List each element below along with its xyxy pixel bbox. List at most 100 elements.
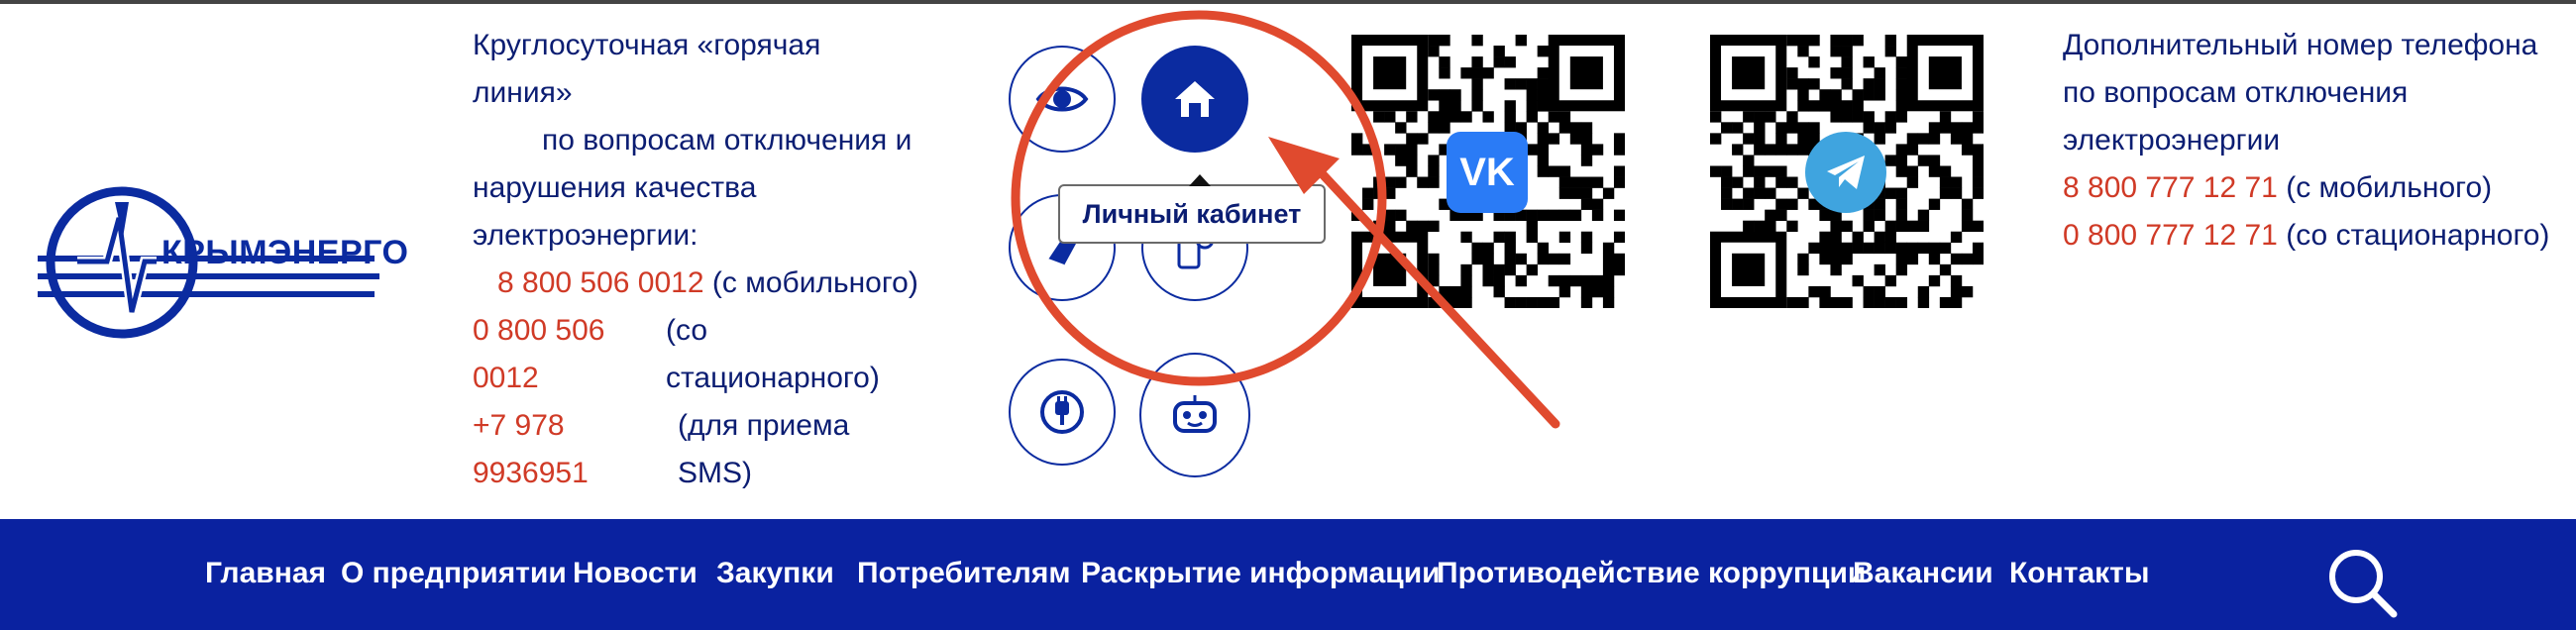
extra-phone-mobile[interactable]: 8 800 777 12 71 [2063,171,2278,204]
chatbot-button[interactable] [1139,353,1250,477]
qr-module [1928,242,1941,255]
telegram-qr-code[interactable] [1710,35,1985,309]
qr-module [1841,35,1853,47]
qr-module [1754,111,1766,123]
nav-item-about[interactable]: О предприятии [341,557,567,590]
qr-module [1580,285,1593,298]
qr-module [1972,165,1985,177]
hotline-phone-sms[interactable]: +7 978 [473,402,565,450]
nav-item-news[interactable]: Новости [573,557,698,590]
qr-module [1471,35,1483,47]
telegram-icon [1827,156,1865,189]
qr-module [1852,100,1864,112]
qr-module [1613,133,1626,145]
qr-module [1710,133,1722,145]
qr-module [1797,78,1809,90]
personal-account-button[interactable] [1141,46,1248,153]
hotline-phone-sms-cont[interactable]: 9936951 [473,450,589,497]
qr-module [1841,220,1853,233]
qr-module [1775,165,1787,177]
qr-module [1852,111,1864,123]
qr-module [1874,67,1885,79]
top-border [0,0,2576,4]
qr-module [1830,100,1842,112]
extra-phone-landline[interactable]: 0 800 777 12 71 [2063,219,2278,252]
qr-module [1743,155,1755,166]
qr-module [1939,296,1952,309]
qr-module [1460,111,1472,123]
qr-module [1537,209,1550,221]
extra-phone-mobile-note: (с мобильного) [2286,171,2493,204]
qr-module [1786,220,1798,233]
qr-module [1972,187,1985,199]
qr-module [1765,209,1776,221]
qr-module [1428,122,1440,134]
hotline-phone-landline[interactable]: 0 800 506 [473,307,604,355]
qr-module [1863,242,1875,255]
qr-module [1841,253,1853,265]
qr-module [1558,111,1571,123]
qr-module [1504,78,1516,90]
qr-module [1471,78,1483,90]
search-icon[interactable] [2322,543,2402,622]
nav-item-anticorruption[interactable]: Противодействие коррупции [1437,557,1866,590]
vk-badge: VK [1447,132,1528,213]
qr-module [1493,231,1505,244]
accessibility-button[interactable] [1009,46,1116,153]
qr-module [1972,111,1985,123]
qr-module [1775,209,1787,221]
qr-module [1786,67,1798,79]
qr-module [1558,209,1571,221]
vk-qr-code[interactable]: VK [1351,35,1626,309]
qr-module [1439,111,1450,123]
qr-module [1950,122,1963,134]
qr-module [1863,111,1875,123]
qr-module [1602,187,1615,199]
qr-module [1972,253,1985,265]
qr-module [1373,187,1385,199]
qr-module [1384,144,1396,156]
qr-module [1841,242,1853,255]
qr-module [1917,296,1930,309]
nav-item-vacancies[interactable]: Вакансии [1853,557,1993,590]
qr-module [1537,253,1550,265]
qr-module [1830,35,1842,47]
qr-module [1406,220,1418,233]
ev-charging-button[interactable] [1009,359,1116,466]
qr-module [1591,144,1604,156]
qr-module [1569,187,1582,199]
qr-module [1613,231,1626,244]
qr-finder-pattern [1373,253,1407,286]
qr-module [1602,263,1615,276]
qr-module [1417,133,1429,145]
hotline-line1: Круглосуточная «горячая [473,29,821,61]
qr-module [1558,253,1571,265]
nav-item-purchases[interactable]: Закупки [716,557,834,590]
qr-module [1558,231,1571,244]
vk-icon: VK [1459,150,1515,194]
qr-module [1482,242,1494,255]
qr-module [1482,274,1494,287]
qr-module [1939,187,1952,199]
qr-module [1808,242,1820,255]
nav-item-contacts[interactable]: Контакты [2009,557,2149,590]
qr-module [1895,155,1908,166]
nav-item-home[interactable]: Главная [205,557,326,590]
nav-item-consumers[interactable]: Потребителям [857,557,1071,590]
qr-module [1863,78,1875,90]
extra-phone-info: Дополнительный номер телефона по вопроса… [2063,22,2576,260]
qr-module [1884,231,1896,244]
qr-module [1384,220,1396,233]
company-logo[interactable]: КРЫМЭНЕРГО [38,178,408,347]
hotline-phone-mobile[interactable]: 8 800 506 0012 [497,266,704,299]
qr-module [1950,133,1963,145]
qr-module [1439,285,1450,298]
qr-module [1830,253,1842,265]
qr-module [1362,198,1374,210]
nav-item-disclosure[interactable]: Раскрытие информации [1081,557,1441,590]
qr-module [1917,220,1930,233]
qr-module [1526,296,1538,309]
qr-module [1906,220,1919,233]
qr-module [1841,296,1853,309]
hotline-phone-landline-cont[interactable]: 0012 [473,355,539,402]
